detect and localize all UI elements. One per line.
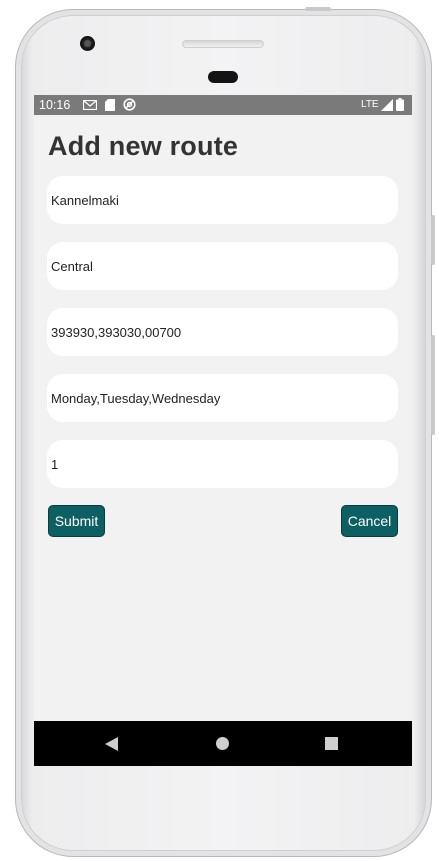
sync-icon	[123, 98, 136, 111]
stop-codes-input[interactable]	[47, 308, 398, 356]
page-title: Add new route	[48, 131, 239, 161]
destination-input[interactable]	[47, 242, 398, 290]
start-location-input[interactable]	[47, 176, 398, 224]
signal-icon	[381, 99, 393, 111]
front-camera-icon	[80, 36, 95, 51]
volume-button	[431, 215, 435, 265]
sd-card-icon	[105, 99, 115, 111]
status-bar: 10:16 LTE	[34, 95, 412, 115]
battery-icon	[396, 98, 404, 111]
earpiece-speaker	[182, 40, 264, 48]
gmail-icon	[83, 100, 97, 110]
network-type-label: LTE	[361, 99, 379, 110]
days-input[interactable]	[47, 374, 398, 422]
app-screen: 10:16 LTE Add new route Submit Cancel	[34, 95, 412, 766]
home-icon[interactable]	[216, 737, 229, 750]
proximity-sensor	[208, 71, 238, 83]
side-button	[431, 335, 435, 435]
navigation-bar	[34, 721, 412, 766]
power-button	[305, 7, 331, 11]
back-icon[interactable]	[104, 736, 120, 752]
count-input[interactable]	[47, 440, 398, 488]
recents-icon[interactable]	[325, 737, 338, 750]
status-time: 10:16	[39, 98, 71, 112]
cancel-button[interactable]: Cancel	[341, 505, 398, 537]
submit-button[interactable]: Submit	[48, 505, 105, 537]
